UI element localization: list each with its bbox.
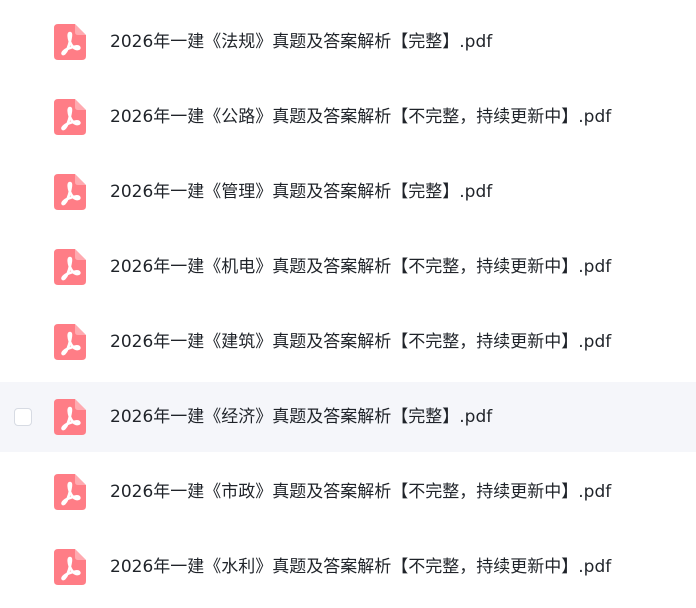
file-name[interactable]: 2026年一建《经济》真题及答案解析【完整】.pdf [110, 382, 492, 452]
file-row[interactable]: 2026年一建《建筑》真题及答案解析【不完整，持续更新中】.pdf [0, 307, 696, 377]
pdf-file-icon [54, 99, 86, 135]
file-list: 2026年一建《法规》真题及答案解析【完整】.pdf 2026年一建《公路》真题… [0, 0, 696, 608]
file-row[interactable]: 2026年一建《水利》真题及答案解析【不完整，持续更新中】.pdf [0, 532, 696, 602]
pdf-file-icon [54, 399, 86, 435]
select-checkbox[interactable] [14, 408, 32, 426]
pdf-file-icon [54, 249, 86, 285]
file-row[interactable]: 2026年一建《机电》真题及答案解析【不完整，持续更新中】.pdf [0, 232, 696, 302]
file-name[interactable]: 2026年一建《管理》真题及答案解析【完整】.pdf [110, 157, 492, 227]
file-row[interactable]: 2026年一建《经济》真题及答案解析【完整】.pdf [0, 382, 696, 452]
file-name[interactable]: 2026年一建《水利》真题及答案解析【不完整，持续更新中】.pdf [110, 532, 611, 602]
file-name[interactable]: 2026年一建《建筑》真题及答案解析【不完整，持续更新中】.pdf [110, 307, 611, 377]
file-row[interactable]: 2026年一建《市政》真题及答案解析【不完整，持续更新中】.pdf [0, 457, 696, 527]
file-name[interactable]: 2026年一建《法规》真题及答案解析【完整】.pdf [110, 7, 492, 77]
pdf-file-icon [54, 474, 86, 510]
pdf-file-icon [54, 549, 86, 585]
file-name[interactable]: 2026年一建《机电》真题及答案解析【不完整，持续更新中】.pdf [110, 232, 611, 302]
pdf-file-icon [54, 24, 86, 60]
file-row[interactable]: 2026年一建《公路》真题及答案解析【不完整，持续更新中】.pdf [0, 82, 696, 152]
file-row[interactable]: 2026年一建《管理》真题及答案解析【完整】.pdf [0, 157, 696, 227]
file-row[interactable]: 2026年一建《法规》真题及答案解析【完整】.pdf [0, 7, 696, 77]
pdf-file-icon [54, 324, 86, 360]
file-name[interactable]: 2026年一建《公路》真题及答案解析【不完整，持续更新中】.pdf [110, 82, 611, 152]
pdf-file-icon [54, 174, 86, 210]
file-name[interactable]: 2026年一建《市政》真题及答案解析【不完整，持续更新中】.pdf [110, 457, 611, 527]
